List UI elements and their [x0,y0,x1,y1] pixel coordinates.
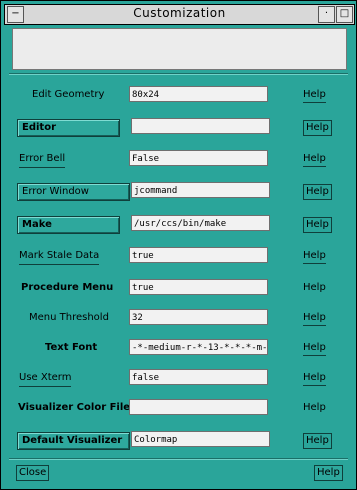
text-font-help-button[interactable]: Help [303,341,326,356]
message-area [12,28,347,70]
setting-row-make: Make /usr/ccs/bin/make Help [1,213,357,235]
default-visualizer-help-button[interactable]: Help [303,433,332,449]
default-visualizer-button[interactable]: Default Visualizer [17,432,130,450]
maximize-icon[interactable]: □ [336,6,353,23]
title-bar[interactable]: − Customization · □ [4,4,355,25]
setting-row-edit-geometry: Edit Geometry 80x24 Help [1,84,357,106]
setting-row-editor: Editor Help [1,116,357,138]
setting-row-visualizer-color-file: Visualizer Color File Help [1,397,357,419]
editor-field[interactable] [131,118,270,134]
visualizer-color-file-help-button[interactable]: Help [303,401,326,415]
menu-threshold-label: Menu Threshold [29,312,109,323]
visualizer-color-file-field[interactable] [129,399,268,415]
mark-stale-data-field[interactable]: true [129,247,268,263]
footer-help-button[interactable]: Help [314,465,343,481]
text-font-label: Text Font [45,342,98,353]
setting-row-error-window: Error Window jcommand Help [1,180,357,202]
menu-threshold-help-button[interactable]: Help [303,311,326,326]
error-window-help-button[interactable]: Help [303,184,332,200]
mark-stale-data-help-button[interactable]: Help [303,249,326,264]
setting-row-default-visualizer: Default Visualizer Colormap Help [1,429,357,451]
setting-row-procedure-menu: Procedure Menu true Help [1,277,357,299]
minimize-icon[interactable]: · [318,6,335,23]
separator [9,73,348,75]
mark-stale-data-label[interactable]: Mark Stale Data [19,248,100,265]
customization-window: − Customization · □ Edit Geometry 80x24 … [0,0,357,490]
make-button[interactable]: Make [17,216,120,234]
visualizer-color-file-label: Visualizer Color File [18,402,131,413]
error-bell-field[interactable]: False [129,150,268,166]
procedure-menu-field[interactable]: true [129,279,268,295]
setting-row-menu-threshold: Menu Threshold 32 Help [1,307,357,329]
close-button[interactable]: Close [16,465,50,481]
use-xterm-help-button[interactable]: Help [303,371,326,386]
make-field[interactable]: /usr/ccs/bin/make [131,215,270,231]
use-xterm-label[interactable]: Use Xterm [19,370,72,387]
setting-row-use-xterm: Use Xterm false Help [1,367,357,389]
edit-geometry-field[interactable]: 80x24 [129,86,268,102]
setting-row-mark-stale-data: Mark Stale Data true Help [1,245,357,267]
procedure-menu-label: Procedure Menu [21,282,114,293]
menu-threshold-field[interactable]: 32 [129,309,268,325]
edit-geometry-label: Edit Geometry [32,89,105,100]
error-window-button[interactable]: Error Window [17,183,130,201]
setting-row-text-font: Text Font -*-medium-r-*-13-*-*-*-m-* Hel… [1,337,357,359]
editor-help-button[interactable]: Help [303,120,332,136]
default-visualizer-field[interactable]: Colormap [131,431,270,447]
error-bell-help-button[interactable]: Help [303,152,326,167]
editor-button[interactable]: Editor [17,119,120,137]
edit-geometry-help-button[interactable]: Help [303,88,326,103]
error-bell-label[interactable]: Error Bell [19,151,66,168]
make-help-button[interactable]: Help [303,217,332,233]
footer-separator [9,458,348,460]
window-title: Customization [133,6,226,20]
error-window-field[interactable]: jcommand [131,182,270,198]
procedure-menu-help-button[interactable]: Help [303,281,326,295]
setting-row-error-bell: Error Bell False Help [1,148,357,170]
text-font-field[interactable]: -*-medium-r-*-13-*-*-*-m-* [129,339,268,355]
use-xterm-field[interactable]: false [129,369,268,385]
